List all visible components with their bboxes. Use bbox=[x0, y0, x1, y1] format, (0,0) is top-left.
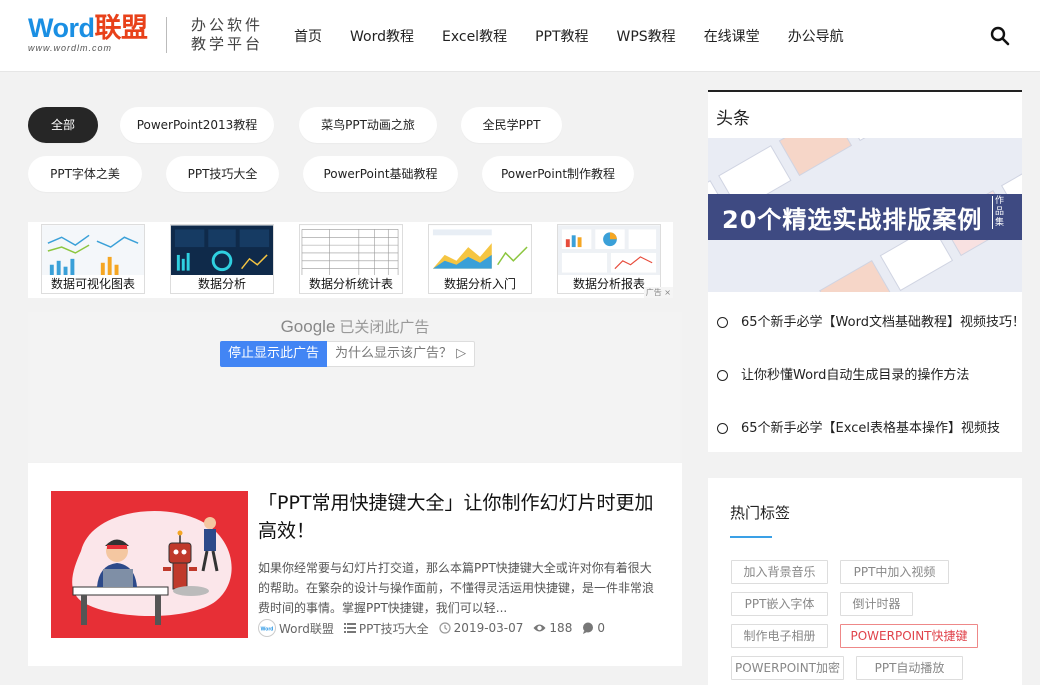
site-slogan: 办公软件 教学平台 bbox=[191, 16, 263, 54]
headline-banner-text: 20个精选实战排版案例 bbox=[722, 206, 983, 234]
tag-item[interactable]: PPT自动播放 bbox=[856, 656, 963, 680]
category-pill[interactable]: PPT字体之美 bbox=[28, 156, 142, 192]
headline-item[interactable]: 让你秒懂Word自动生成目录的操作方法 bbox=[716, 367, 1016, 420]
article-category[interactable]: PPT技巧大全 bbox=[359, 620, 429, 637]
svg-text:Word: Word bbox=[261, 627, 274, 633]
category-pill[interactable]: PowerPoint基础教程 bbox=[303, 156, 458, 192]
tag-item[interactable]: PPT嵌入字体 bbox=[731, 592, 828, 616]
nav-excel[interactable]: Excel教程 bbox=[428, 26, 521, 46]
tag-item[interactable]: 倒计时器 bbox=[840, 592, 913, 616]
why-ad-button[interactable]: 为什么显示该广告？ ▷ bbox=[327, 341, 476, 367]
article-date: 2019-03-07 bbox=[453, 621, 524, 635]
google-logo: Google bbox=[280, 317, 336, 336]
category-pill[interactable]: 全民学PPT bbox=[461, 107, 562, 143]
ad-item[interactable]: 数据分析入门 bbox=[428, 224, 532, 294]
ad-banner: 数据可视化图表 数据分析 数据分析统计表 数据分析入门 数据分析报表 广告 × bbox=[28, 222, 673, 298]
headline-list: 65个新手必学【Word文档基础教程】视频技巧！ 让你秒懂Word自动生成目录的… bbox=[716, 314, 1016, 473]
author-avatar-icon: Word bbox=[258, 619, 276, 637]
headline-item-label: 65个新手必学【Excel表格基本操作】视频技 bbox=[741, 421, 1000, 436]
headline-title: 头条 bbox=[716, 109, 750, 129]
logo-url: www.wordlm.com bbox=[28, 43, 113, 53]
site-logo[interactable]: Word联盟 www.wordlm.com bbox=[28, 14, 148, 54]
chart-thumbnail-icon bbox=[42, 225, 144, 277]
nav-wps[interactable]: WPS教程 bbox=[603, 26, 690, 46]
ad-closed-text: 已关闭此广告 bbox=[339, 318, 430, 336]
list-icon bbox=[343, 623, 356, 633]
tag-item[interactable]: POWERPOINT加密 bbox=[731, 656, 844, 680]
eye-icon bbox=[533, 624, 546, 632]
article-author[interactable]: Word联盟 bbox=[279, 620, 334, 637]
dashboard-thumbnail-icon bbox=[171, 225, 273, 277]
hot-tags-title: 热门标签 bbox=[730, 504, 791, 522]
title-underline bbox=[730, 536, 772, 538]
nav-online-class[interactable]: 在线课堂 bbox=[690, 26, 774, 46]
tag-item[interactable]: PPT中加入视频 bbox=[840, 560, 949, 584]
nav-word[interactable]: Word教程 bbox=[336, 26, 428, 46]
headline-widget: 头条 20个精选实战排版案例 作品集 65个新手必学【Word文档基础教程】视频… bbox=[708, 90, 1022, 452]
category-pill[interactable]: PowerPoint制作教程 bbox=[482, 156, 634, 192]
closed-ad-area: Google 已关闭此广告 停止显示此广告 为什么显示该广告？ ▷ bbox=[28, 312, 682, 462]
hot-tags-widget: 热门标签 加入背景音乐 PPT中加入视频 PPT嵌入字体 倒计时器 制作电子相册… bbox=[708, 478, 1022, 685]
headline-item[interactable]: 65个新手必学【Word文档基础教程】视频技巧！ bbox=[716, 314, 1016, 367]
tag-item[interactable]: 加入背景音乐 bbox=[731, 560, 828, 584]
ad-close-mark[interactable]: 广告 × bbox=[643, 287, 673, 298]
article-comments[interactable]: 0 bbox=[597, 621, 605, 635]
report-thumbnail-icon bbox=[558, 225, 660, 277]
category-pill-all[interactable]: 全部 bbox=[28, 107, 98, 143]
article-excerpt: 如果你经常要与幻灯片打交道，那么本篇PPT快捷键大全或许对你有着很大的帮助。在繁… bbox=[258, 561, 655, 615]
headline-item[interactable]: 65个新手必学【Excel表格基本操作】视频技 bbox=[716, 420, 1016, 473]
ad-item-label: 数据可视化图表 bbox=[42, 275, 144, 293]
article-card: 「PPT常用快捷键大全」让你制作幻灯片时更加高效！ 如果你经常要与幻灯片打交道，… bbox=[28, 463, 682, 666]
search-icon[interactable] bbox=[990, 26, 1010, 46]
table-thumbnail-icon bbox=[300, 225, 402, 277]
headline-banner-tag: 作品集 bbox=[992, 196, 1006, 229]
circle-bullet-icon bbox=[717, 317, 728, 328]
ad-item-label: 数据分析 bbox=[171, 275, 273, 293]
article-views: 188 bbox=[549, 621, 573, 635]
slogan-line-2: 教学平台 bbox=[191, 35, 264, 53]
ad-item-label: 数据分析统计表 bbox=[300, 275, 402, 293]
headline-banner[interactable]: 20个精选实战排版案例 作品集 bbox=[708, 138, 1022, 292]
area-chart-thumbnail-icon bbox=[429, 225, 531, 277]
nav-office-guide[interactable]: 办公导航 bbox=[774, 26, 858, 46]
article-title[interactable]: 「PPT常用快捷键大全」让你制作幻灯片时更加高效！ bbox=[258, 489, 663, 545]
logo-divider bbox=[166, 17, 167, 53]
tag-item[interactable]: 制作电子相册 bbox=[731, 624, 828, 648]
headline-item-label: 让你秒懂Word自动生成目录的操作方法 bbox=[741, 368, 970, 383]
article-meta: Word Word联盟 PPT技巧大全 2019-03-07 188 0 bbox=[258, 619, 615, 637]
slogan-line-1: 办公软件 bbox=[191, 16, 264, 34]
nav-home[interactable]: 首页 bbox=[280, 26, 336, 46]
ppt-illustration-icon bbox=[51, 491, 248, 638]
ad-item[interactable]: 数据分析报表 bbox=[557, 224, 661, 294]
main-nav: 首页 Word教程 Excel教程 PPT教程 WPS教程 在线课堂 办公导航 bbox=[280, 0, 858, 72]
ad-item-label: 数据分析入门 bbox=[429, 275, 531, 293]
comment-icon bbox=[583, 622, 594, 634]
ad-item[interactable]: 数据可视化图表 bbox=[41, 224, 145, 294]
category-pill[interactable]: PowerPoint2013教程 bbox=[120, 107, 274, 143]
circle-bullet-icon bbox=[717, 423, 728, 434]
nav-ppt[interactable]: PPT教程 bbox=[521, 26, 602, 46]
clock-icon bbox=[439, 622, 451, 634]
tag-item-hot[interactable]: POWERPOINT快捷键 bbox=[840, 624, 978, 648]
logo-word: Word bbox=[28, 13, 95, 43]
ad-item[interactable]: 数据分析统计表 bbox=[299, 224, 403, 294]
category-pill[interactable]: PPT技巧大全 bbox=[166, 156, 279, 192]
category-pill[interactable]: 菜鸟PPT动画之旅 bbox=[299, 107, 437, 143]
circle-bullet-icon bbox=[717, 370, 728, 381]
stop-ad-button[interactable]: 停止显示此广告 bbox=[220, 341, 328, 367]
ad-item[interactable]: 数据分析 bbox=[170, 224, 274, 294]
logo-cn: 联盟 bbox=[94, 13, 149, 43]
site-header: Word联盟 www.wordlm.com 办公软件 教学平台 首页 Word教… bbox=[0, 0, 1040, 72]
headline-item-label: 65个新手必学【Word文档基础教程】视频技巧！ bbox=[741, 315, 1016, 330]
article-thumbnail[interactable] bbox=[51, 491, 248, 638]
